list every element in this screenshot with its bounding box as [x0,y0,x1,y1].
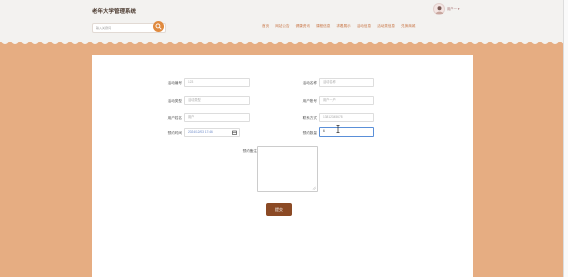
remark-label: 预约备注 [242,149,257,153]
phone-field[interactable]: 13812345678 [319,113,374,122]
activity-no-label: 活动编号 [167,81,182,85]
nav-item-home[interactable]: 首页 [262,24,269,30]
nav-item-showcase[interactable]: 求着展示 [336,24,350,30]
reserve-time-value: 2024/12/03 17:46 [188,130,213,134]
user-avatar-icon [435,6,444,14]
user-menu[interactable]: 用户一 ▾ [433,3,473,15]
username-dropdown[interactable]: 用户一 ▾ [447,6,459,11]
search-button[interactable] [153,21,164,32]
nav-item-activities[interactable]: 活动信息 [357,24,371,30]
reserve-time-picker[interactable]: 2024/12/03 17:46 [184,128,240,137]
calendar-icon[interactable] [232,130,237,135]
user-name-label: 用户姓名 [167,116,182,120]
nav-item-announcements[interactable]: 网站公告 [275,24,289,30]
main-nav: 首页 网站公告 健康资讯 课程信息 求着展示 活动信息 活动类信息 兑换商城 [262,24,415,30]
search-icon [155,23,162,30]
activity-name-label: 活动名称 [302,81,317,85]
activity-type-label: 活动类型 [167,99,182,103]
reserve-time-label: 预约时间 [167,131,182,135]
nav-item-courses[interactable]: 课程信息 [316,24,330,30]
account-label: 用户账号 [302,99,317,103]
account-field[interactable]: 用户一户 [319,96,374,105]
phone-label: 联系方式 [302,116,317,120]
site-title: 老年大学管理系统 [92,9,137,15]
user-name-field[interactable]: 用户 [184,113,250,122]
reserve-count-field[interactable]: 6 [319,127,374,137]
nav-item-shop[interactable]: 兑换商城 [401,24,415,30]
wave-divider [0,36,568,44]
nav-item-activity-types[interactable]: 活动类信息 [377,24,395,30]
resize-handle-icon[interactable] [312,186,316,190]
text-cursor-icon [336,125,340,133]
submit-button[interactable]: 提交 [266,203,292,216]
avatar[interactable] [433,3,445,15]
activity-no-field[interactable]: 123 [184,78,250,87]
remark-textarea[interactable] [257,146,318,192]
activity-type-field[interactable]: 活动类型 [184,96,250,105]
activity-name-field[interactable]: 活动名称 [319,78,374,87]
window-edge [563,0,568,277]
nav-item-health-news[interactable]: 健康资讯 [296,24,310,30]
reserve-count-label: 预约数量 [302,131,317,135]
